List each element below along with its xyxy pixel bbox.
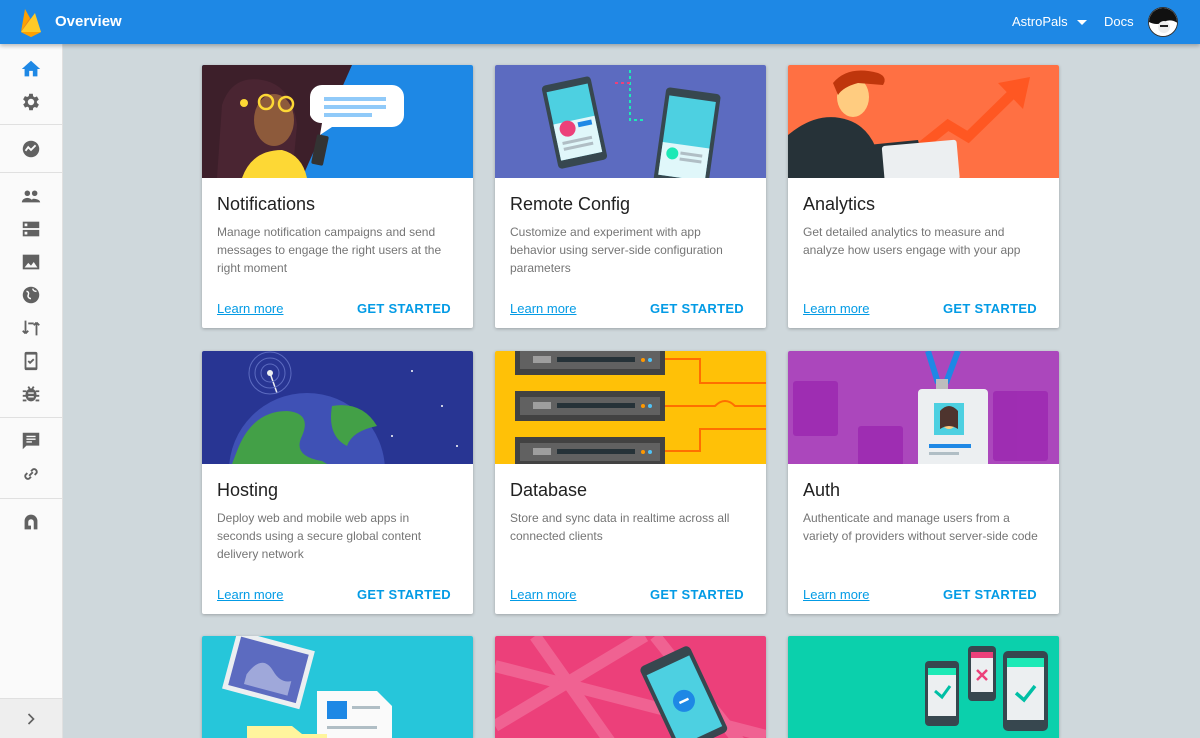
storage-illustration: [202, 636, 473, 738]
card-title: Hosting: [217, 480, 279, 500]
card-analytics: Analytics Get detailed analytics to meas…: [788, 65, 1059, 328]
card-description: Get detailed analytics to measure and an…: [803, 225, 1021, 257]
hosting-illustration: [202, 351, 473, 464]
get-started-button[interactable]: GET STARTED: [650, 587, 744, 602]
card-title: Analytics: [803, 194, 876, 214]
card-title: Auth: [803, 480, 841, 500]
card-storage: [202, 636, 473, 738]
storage-icon[interactable]: [20, 251, 42, 273]
card-test-lab: [788, 636, 1059, 738]
dynamic-links-icon[interactable]: [20, 463, 42, 485]
get-started-button[interactable]: GET STARTED: [357, 587, 451, 602]
card-title: Remote Config: [510, 194, 631, 214]
card-description: Customize and experiment with app behavi…: [510, 225, 723, 275]
card-database: Database Store and sync data in realtime…: [495, 351, 766, 614]
learn-more-link[interactable]: Learn more: [803, 301, 869, 316]
card-description: Manage notification campaigns and send m…: [217, 225, 442, 275]
sidebar-collapse-button[interactable]: [0, 698, 62, 738]
avatar[interactable]: [1148, 7, 1178, 37]
get-started-button[interactable]: GET STARTED: [943, 587, 1037, 602]
home-icon[interactable]: [20, 58, 42, 80]
card-notifications: Notifications Manage notification campai…: [202, 65, 473, 328]
card-title: Database: [510, 480, 588, 500]
card-title: Notifications: [217, 194, 316, 214]
card-description: Deploy web and mobile web apps in second…: [217, 511, 422, 561]
analytics-icon[interactable]: [20, 138, 42, 160]
notifications-illustration: [202, 65, 473, 178]
auth-illustration: [788, 351, 1059, 464]
analytics-illustration: [788, 65, 1059, 178]
learn-more-link[interactable]: Learn more: [803, 587, 869, 602]
card-auth: Auth Authenticate and manage users from …: [788, 351, 1059, 614]
get-started-button[interactable]: GET STARTED: [943, 301, 1037, 316]
card-description: Store and sync data in realtime across a…: [510, 511, 730, 543]
card-description: Authenticate and manage users from a var…: [803, 511, 1038, 543]
database-icon[interactable]: [20, 218, 42, 240]
sidebar: [0, 44, 63, 738]
users-icon[interactable]: [20, 185, 42, 207]
learn-more-link[interactable]: Learn more: [217, 301, 283, 316]
test-lab-icon[interactable]: [20, 350, 42, 372]
dynamic-links-illustration: [495, 636, 766, 738]
test-lab-illustration: [788, 636, 1059, 738]
learn-more-link[interactable]: Learn more: [510, 301, 576, 316]
settings-icon[interactable]: [20, 91, 42, 113]
remote-config-illustration: [495, 65, 766, 178]
page-title: Overview: [55, 13, 122, 30]
learn-more-link[interactable]: Learn more: [217, 587, 283, 602]
firebase-logo-icon[interactable]: [18, 6, 44, 38]
notifications-icon[interactable]: [20, 430, 42, 452]
database-illustration: [495, 351, 766, 464]
top-app-bar: Overview AstroPals Docs: [0, 0, 1200, 44]
crash-icon[interactable]: [20, 383, 42, 405]
project-selector[interactable]: AstroPals: [1012, 14, 1068, 29]
learn-more-link[interactable]: Learn more: [510, 587, 576, 602]
remote-config-icon[interactable]: [20, 317, 42, 339]
card-remote-config: Remote Config Customize and experiment w…: [495, 65, 766, 328]
get-started-button[interactable]: GET STARTED: [357, 301, 451, 316]
admob-icon[interactable]: [20, 511, 42, 533]
card-hosting: Hosting Deploy web and mobile web apps i…: [202, 351, 473, 614]
hosting-icon[interactable]: [20, 284, 42, 306]
docs-link[interactable]: Docs: [1104, 14, 1134, 29]
caret-down-icon[interactable]: [1077, 20, 1087, 25]
get-started-button[interactable]: GET STARTED: [650, 301, 744, 316]
card-dynamic-links: [495, 636, 766, 738]
chevron-right-icon[interactable]: [21, 709, 41, 729]
